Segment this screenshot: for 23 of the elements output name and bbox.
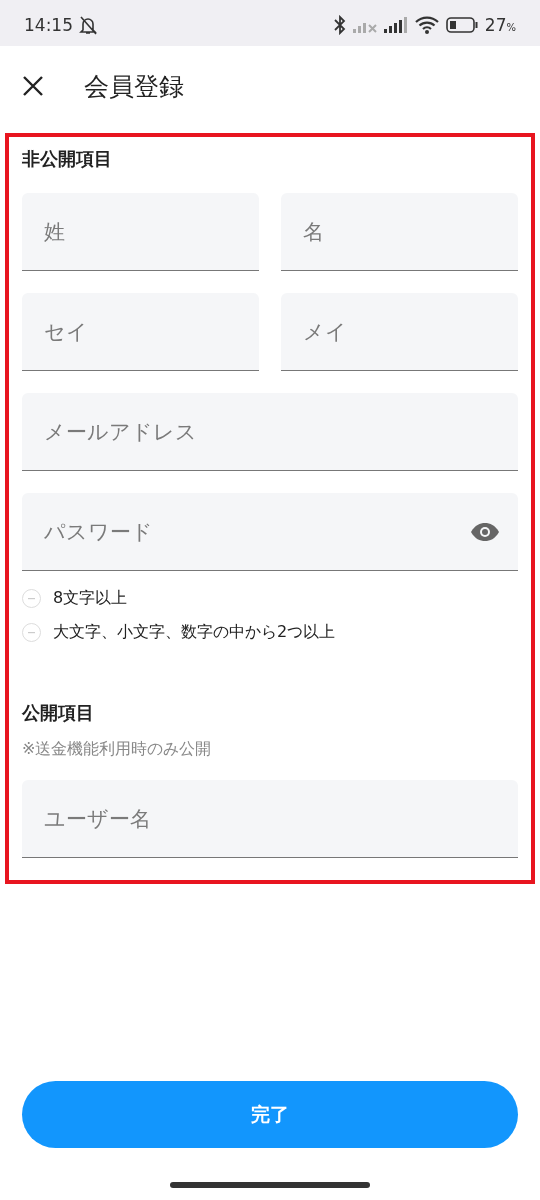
wifi-icon xyxy=(414,16,439,34)
battery-icon xyxy=(445,17,478,33)
section-title: 非公開項目 xyxy=(22,147,113,171)
input-field[interactable]: ユーザー名 xyxy=(22,780,518,858)
status-time: 14:15 xyxy=(24,15,73,35)
submit-button[interactable]: 完了 xyxy=(22,1081,518,1148)
eye-icon[interactable] xyxy=(470,522,500,542)
input-field[interactable]: メイ xyxy=(281,293,518,371)
close-button[interactable] xyxy=(22,75,44,97)
password-rule: 大文字、小文字、数字の中から2つ以上 xyxy=(53,622,336,643)
screen-title: 会員登録 xyxy=(84,70,184,103)
password-rule: 8文字以上 xyxy=(53,588,128,609)
battery-percent: 27% xyxy=(484,15,516,35)
section-note: ※送金機能利用時のみ公開 xyxy=(22,739,213,760)
input-field[interactable]: セイ xyxy=(22,293,259,371)
input-field[interactable]: 名 xyxy=(281,193,518,271)
input-field[interactable]: パスワード xyxy=(22,493,518,571)
signal-icon xyxy=(383,17,408,33)
section-title: 公開項目 xyxy=(22,701,95,725)
input-field[interactable]: メールアドレス xyxy=(22,393,518,471)
bell-off-icon xyxy=(79,15,97,35)
bluetooth-icon xyxy=(333,15,346,35)
input-field[interactable]: 姓 xyxy=(22,193,259,271)
